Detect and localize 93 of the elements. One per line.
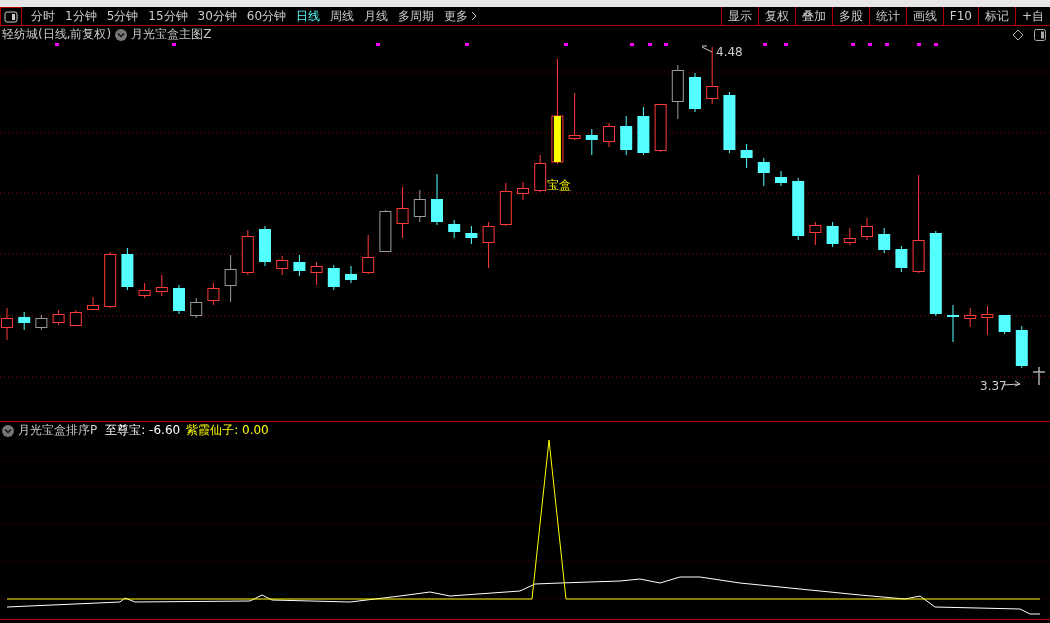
candlestick bbox=[379, 209, 392, 253]
indicator-value: 紫霞仙子: 0.00 bbox=[186, 422, 269, 439]
candlestick bbox=[69, 309, 82, 327]
candlestick bbox=[1032, 366, 1046, 386]
candlestick bbox=[654, 103, 667, 153]
candlestick bbox=[482, 221, 495, 269]
candlestick bbox=[947, 304, 959, 343]
candlestick bbox=[224, 254, 237, 303]
period-tab[interactable]: 1分钟 bbox=[60, 7, 102, 25]
candlestick bbox=[792, 177, 805, 241]
candlestick bbox=[585, 128, 598, 156]
toolbar-button[interactable]: 复权 bbox=[757, 7, 795, 25]
period-tab[interactable]: 5分钟 bbox=[101, 7, 144, 25]
candlestick bbox=[413, 189, 426, 223]
candlestick bbox=[757, 157, 770, 187]
candlestick bbox=[241, 229, 254, 276]
leader-line bbox=[701, 45, 713, 53]
candlestick bbox=[345, 265, 357, 284]
period-tab[interactable]: 多周期 bbox=[393, 7, 440, 25]
candlestick bbox=[723, 91, 736, 154]
candlestick bbox=[1, 307, 13, 341]
period-tab[interactable]: 60分钟 bbox=[241, 7, 292, 25]
toolbar-button[interactable]: F10 bbox=[942, 7, 978, 25]
toolbar-button[interactable]: 多股 bbox=[831, 7, 869, 25]
candlestick bbox=[431, 173, 443, 226]
candlestick bbox=[104, 251, 117, 309]
candlestick bbox=[310, 261, 323, 286]
candlestick bbox=[327, 264, 340, 291]
candlestick bbox=[671, 64, 684, 120]
chevron-right-icon bbox=[471, 11, 479, 21]
panel-icon bbox=[4, 10, 18, 23]
candlestick bbox=[775, 170, 787, 187]
dropdown-icon[interactable] bbox=[115, 28, 128, 41]
candlestick bbox=[138, 282, 151, 299]
candlestick bbox=[207, 282, 220, 306]
diamond-icon[interactable] bbox=[1012, 28, 1024, 41]
candlestick bbox=[981, 305, 994, 336]
candlestick bbox=[603, 122, 615, 148]
indicator-name[interactable]: 月光宝盒排序P bbox=[18, 422, 98, 439]
panel-icon[interactable] bbox=[1034, 28, 1046, 41]
candlestick bbox=[190, 297, 203, 319]
candlestick bbox=[637, 106, 650, 156]
candlestick bbox=[259, 225, 271, 267]
candlestick bbox=[964, 307, 977, 328]
candlestick bbox=[362, 234, 375, 275]
candlestick bbox=[689, 72, 701, 113]
period-tab[interactable]: 分时 bbox=[26, 7, 60, 25]
candlestick bbox=[121, 247, 134, 291]
indicator-value: 至尊宝: -6.60 bbox=[105, 422, 181, 439]
indicator-name[interactable]: 月光宝盒主图Z bbox=[131, 26, 212, 43]
candlestick bbox=[499, 182, 512, 227]
period-tab[interactable]: 30分钟 bbox=[192, 7, 242, 25]
high-price-label: 4.48 bbox=[716, 45, 743, 59]
toolbar-button[interactable]: 统计 bbox=[868, 7, 906, 25]
candlestick bbox=[35, 314, 48, 331]
candlestick bbox=[878, 227, 891, 254]
low-price-label: 3.37 bbox=[980, 379, 1007, 393]
candlestick bbox=[293, 254, 306, 277]
candlestick bbox=[620, 115, 633, 156]
candlestick bbox=[465, 225, 478, 245]
dropdown-icon[interactable] bbox=[2, 424, 14, 437]
candlestick bbox=[155, 274, 168, 297]
candlestick bbox=[998, 314, 1011, 335]
toolbar-button[interactable]: 显示 bbox=[720, 7, 758, 25]
candlestick bbox=[826, 221, 839, 248]
period-tab[interactable]: 更多 bbox=[439, 7, 474, 25]
period-tab[interactable]: 日线 bbox=[291, 7, 326, 25]
candlestick bbox=[396, 186, 409, 239]
candlestick bbox=[740, 143, 753, 169]
toolbar-button[interactable]: 标记 bbox=[977, 7, 1015, 25]
period-tab[interactable]: 月线 bbox=[359, 7, 394, 25]
candlestick bbox=[173, 284, 185, 315]
candlestick bbox=[843, 227, 856, 246]
candlestick bbox=[568, 92, 581, 141]
layout-toggle-button[interactable] bbox=[0, 7, 22, 25]
candlestick bbox=[87, 296, 99, 311]
candlestick bbox=[809, 221, 822, 246]
candlestick bbox=[276, 255, 289, 276]
candlestick bbox=[1015, 325, 1028, 369]
toolbar-button[interactable]: 画线 bbox=[905, 7, 943, 25]
candlestick bbox=[18, 311, 31, 331]
candlestick bbox=[895, 245, 908, 273]
toolbar-button[interactable]: +自 bbox=[1014, 7, 1050, 25]
period-tab[interactable]: 15分钟 bbox=[143, 7, 193, 25]
signal-label: 宝盒 bbox=[547, 178, 571, 192]
security-title: 轻纺城(日线,前复权) bbox=[2, 26, 112, 43]
candlestick bbox=[861, 217, 873, 241]
candlestick bbox=[448, 219, 461, 239]
candlestick bbox=[517, 181, 529, 201]
candlestick bbox=[52, 309, 65, 326]
candlestick bbox=[534, 154, 547, 193]
toolbar-button[interactable]: 叠加 bbox=[794, 7, 832, 25]
period-tab[interactable]: 周线 bbox=[325, 7, 360, 25]
